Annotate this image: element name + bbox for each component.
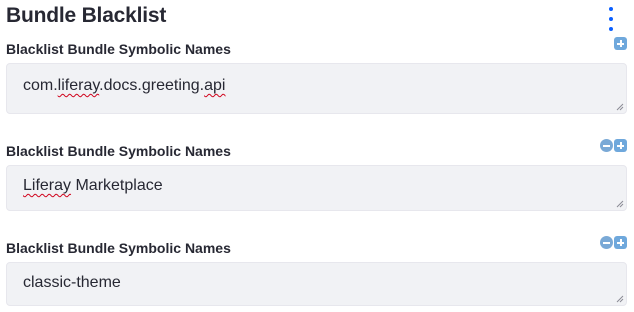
textarea-value: classic-theme <box>23 274 121 291</box>
add-field-icon[interactable] <box>614 139 627 152</box>
field-label: Blacklist Bundle Symbolic Names <box>6 41 231 57</box>
resize-grip-icon[interactable] <box>614 293 624 303</box>
field-label: Blacklist Bundle Symbolic Names <box>6 143 231 159</box>
symbolic-name-textarea[interactable]: com.liferay.docs.greeting.api <box>6 63 627 114</box>
field-label: Blacklist Bundle Symbolic Names <box>6 240 231 256</box>
resize-grip-icon[interactable] <box>614 198 624 208</box>
remove-field-icon[interactable] <box>600 236 613 249</box>
symbolic-name-textarea[interactable]: Liferay Marketplace <box>6 165 627 211</box>
resize-grip-icon[interactable] <box>614 101 624 111</box>
symbolic-name-textarea[interactable]: classic-theme <box>6 262 627 306</box>
kebab-menu-icon[interactable] <box>604 7 618 31</box>
page-title: Bundle Blacklist <box>6 4 167 27</box>
add-field-icon[interactable] <box>614 236 627 249</box>
textarea-value: com.liferay.docs.greeting.api <box>23 77 226 94</box>
textarea-value: Liferay Marketplace <box>23 177 163 194</box>
remove-field-icon[interactable] <box>600 139 613 152</box>
add-field-icon[interactable] <box>614 37 627 50</box>
